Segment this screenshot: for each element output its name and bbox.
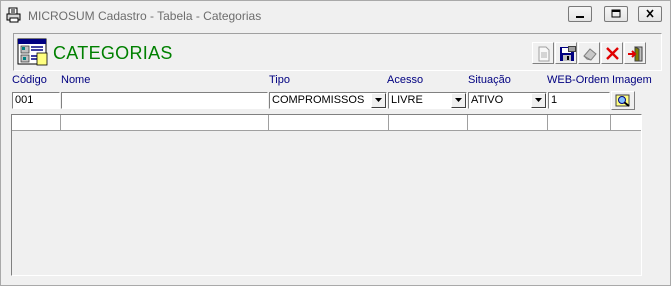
acesso-label: Acesso: [387, 74, 424, 86]
exit-button[interactable]: [624, 42, 646, 64]
maximize-button[interactable]: [604, 6, 628, 22]
minimize-icon: [576, 16, 584, 18]
save-button[interactable]: [555, 42, 577, 64]
table-header-row[interactable]: [12, 115, 641, 131]
close-icon: [646, 9, 654, 18]
form-client-area: CATEGORIAS Código Nome Tipo Acesso Situa…: [5, 30, 667, 283]
save-icon: [560, 46, 576, 61]
acesso-select[interactable]: LIVRE: [388, 92, 467, 109]
chevron-down-icon: [455, 98, 462, 102]
chevron-down-icon: [535, 98, 542, 102]
new-button[interactable]: [532, 42, 554, 64]
app-window: MICROSUM Cadastro - Tabela - Categorias: [0, 0, 671, 286]
codigo-label: Código: [12, 74, 47, 86]
situacao-label: Situação: [468, 74, 511, 86]
form-header: CATEGORIAS: [13, 33, 662, 71]
exit-icon: [628, 46, 643, 62]
printer-icon: [6, 7, 21, 23]
categories-table-icon: [17, 38, 48, 66]
chevron-down-icon: [375, 98, 382, 102]
situacao-value: ATIVO: [471, 94, 504, 106]
web-ordem-field[interactable]: 1: [548, 92, 610, 109]
page-title: CATEGORIAS: [53, 43, 173, 63]
tipo-label: Tipo: [269, 74, 290, 86]
imagem-button[interactable]: [611, 91, 635, 110]
image-search-icon: [615, 94, 630, 107]
grid-column-nome[interactable]: [61, 115, 269, 130]
codigo-field[interactable]: 001: [12, 92, 60, 109]
grid-column-acesso[interactable]: [389, 115, 468, 130]
delete-icon: [606, 47, 619, 60]
new-document-icon: [538, 46, 550, 62]
grid-column-web-ordem[interactable]: [548, 115, 611, 130]
window-title: MICROSUM Cadastro - Tabela - Categorias: [28, 9, 262, 23]
close-button[interactable]: [638, 6, 662, 22]
grid-column-situacao[interactable]: [468, 115, 548, 130]
tipo-dropdown-button[interactable]: [371, 93, 386, 108]
situacao-dropdown-button[interactable]: [531, 93, 546, 108]
categories-grid[interactable]: [11, 114, 642, 276]
imagem-label: Imagem: [612, 74, 652, 86]
nome-label: Nome: [61, 74, 91, 86]
maximize-icon: [611, 9, 621, 18]
acesso-dropdown-button[interactable]: [451, 93, 466, 108]
nome-field[interactable]: [61, 92, 268, 109]
delete-button[interactable]: [601, 42, 623, 64]
title-bar[interactable]: MICROSUM Cadastro - Tabela - Categorias: [1, 1, 670, 29]
minimize-button[interactable]: [568, 6, 592, 22]
eraser-icon: [583, 48, 597, 61]
acesso-value: LIVRE: [391, 94, 423, 106]
web-ordem-label: WEB-Ordem: [547, 74, 610, 86]
grid-column-imagem[interactable]: [611, 115, 641, 130]
situacao-select[interactable]: ATIVO: [468, 92, 547, 109]
grid-column-tipo[interactable]: [269, 115, 389, 130]
tipo-value: COMPROMISSOS: [272, 94, 365, 106]
tipo-select[interactable]: COMPROMISSOS: [269, 92, 387, 109]
clear-button[interactable]: [578, 42, 600, 64]
grid-column-codigo[interactable]: [12, 115, 61, 130]
